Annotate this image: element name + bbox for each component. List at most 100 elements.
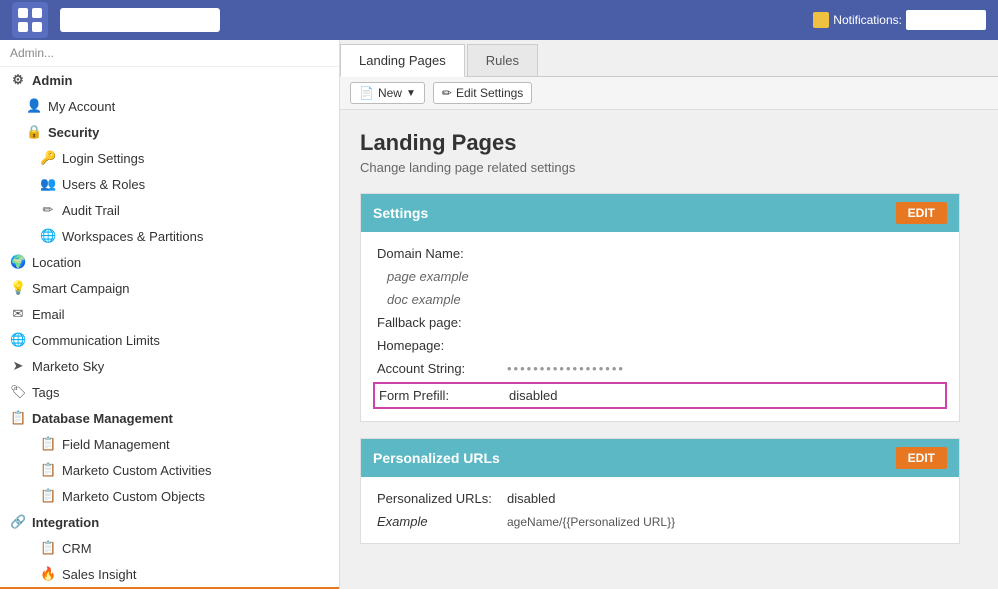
example-label: Example	[377, 514, 507, 529]
sidebar-item-admin[interactable]: ⚙ Admin	[0, 67, 339, 93]
sidebar-tags-label: Tags	[32, 385, 59, 400]
settings-card: Settings EDIT Domain Name: page example …	[360, 193, 960, 422]
sidebar-item-login-settings[interactable]: 🔑 Login Settings	[0, 145, 339, 171]
personalized-urls-header-title: Personalized URLs	[373, 450, 500, 466]
sidebar-item-marketo-custom-objects[interactable]: 📋 Marketo Custom Objects	[0, 483, 339, 509]
sidebar-database-mgmt-label: Database Management	[32, 411, 173, 426]
sidebar-sales-insight-label: Sales Insight	[62, 567, 136, 582]
page-subtitle: Change landing page related settings	[360, 160, 978, 175]
new-button[interactable]: 📄 New ▼	[350, 82, 425, 104]
sidebar-item-smart-campaign[interactable]: 💡 Smart Campaign	[0, 275, 339, 301]
page-content: Landing Pages Change landing page relate…	[340, 110, 998, 589]
edit-settings-button[interactable]: ✏ Edit Settings	[433, 82, 532, 104]
tab-landing-pages[interactable]: Landing Pages	[340, 44, 465, 77]
sidebar-custom-activities-label: Marketo Custom Activities	[62, 463, 212, 478]
account-string-row: Account String: ••••••••••••••••••	[377, 357, 943, 380]
sidebar-item-email[interactable]: ✉ Email	[0, 301, 339, 327]
sidebar-security-label: Security	[48, 125, 99, 140]
notifications-label: Notifications:	[833, 13, 902, 27]
my-account-icon: 👤	[26, 98, 42, 114]
personalized-urls-edit-button[interactable]: EDIT	[896, 447, 947, 469]
sidebar-integration-label: Integration	[32, 515, 99, 530]
sidebar-item-crm[interactable]: 📋 CRM	[0, 535, 339, 561]
notification-icon	[813, 12, 829, 28]
sidebar-smart-campaign-label: Smart Campaign	[32, 281, 130, 296]
settings-card-header: Settings EDIT	[361, 194, 959, 232]
notifications-input[interactable]	[906, 10, 986, 30]
email-icon: ✉	[10, 306, 26, 322]
doc-example-text: doc example	[387, 292, 461, 307]
settings-header-title: Settings	[373, 205, 428, 221]
account-string-label: Account String:	[377, 361, 507, 376]
sidebar-item-field-management[interactable]: 📋 Field Management	[0, 431, 339, 457]
sidebar-comm-limits-label: Communication Limits	[32, 333, 160, 348]
tab-rules[interactable]: Rules	[467, 44, 538, 76]
sidebar-item-marketo-sky[interactable]: ➤ Marketo Sky	[0, 353, 339, 379]
audit-trail-icon: ✏	[40, 202, 56, 218]
edit-settings-icon: ✏	[442, 86, 452, 100]
domain-name-row: Domain Name:	[377, 242, 943, 265]
login-settings-icon: 🔑	[40, 150, 56, 166]
sidebar-workspaces-label: Workspaces & Partitions	[62, 229, 203, 244]
sidebar-item-security[interactable]: 🔒 Security	[0, 119, 339, 145]
personalized-urls-card: Personalized URLs EDIT Personalized URLs…	[360, 438, 960, 544]
new-dropdown-icon: ▼	[406, 88, 416, 99]
sidebar-crm-label: CRM	[62, 541, 92, 556]
sidebar-field-mgmt-label: Field Management	[62, 437, 170, 452]
sidebar-item-sales-insight[interactable]: 🔥 Sales Insight	[0, 561, 339, 587]
integration-icon: 🔗	[10, 514, 26, 530]
tags-icon: 🏷	[10, 384, 26, 400]
sidebar-my-account-label: My Account	[48, 99, 115, 114]
toolbar: 📄 New ▼ ✏ Edit Settings	[340, 77, 998, 110]
account-string-value: ••••••••••••••••••	[507, 361, 625, 376]
edit-settings-label: Edit Settings	[456, 86, 523, 100]
marketo-sky-icon: ➤	[10, 358, 26, 374]
database-mgmt-icon: 📋	[10, 410, 26, 426]
admin-icon: ⚙	[10, 72, 26, 88]
main-layout: Admin... ⚙ Admin 👤 My Account 🔒 Security…	[0, 40, 998, 589]
sidebar-audit-trail-label: Audit Trail	[62, 203, 120, 218]
page-example-text: page example	[387, 269, 469, 284]
personalized-urls-label: Personalized URLs:	[377, 491, 507, 506]
personalized-urls-card-body: Personalized URLs: disabled Example ageN…	[361, 477, 959, 543]
sidebar-item-marketo-custom-activities[interactable]: 📋 Marketo Custom Activities	[0, 457, 339, 483]
fallback-page-label: Fallback page:	[377, 315, 462, 330]
users-roles-icon: 👥	[40, 176, 56, 192]
page-example-row: page example	[377, 265, 943, 288]
notifications-area: Notifications:	[813, 10, 986, 30]
form-prefill-value: disabled	[509, 388, 557, 403]
sidebar-item-tags[interactable]: 🏷 Tags	[0, 379, 339, 405]
custom-objects-icon: 📋	[40, 488, 56, 504]
sidebar-admin-text: Admin	[32, 73, 72, 88]
domain-name-label: Domain Name:	[377, 246, 464, 261]
field-mgmt-icon: 📋	[40, 436, 56, 452]
sidebar-login-settings-label: Login Settings	[62, 151, 144, 166]
doc-example-row: doc example	[377, 288, 943, 311]
sidebar-custom-objects-label: Marketo Custom Objects	[62, 489, 205, 504]
sidebar-item-communication-limits[interactable]: 🌐 Communication Limits	[0, 327, 339, 353]
sidebar-item-location[interactable]: 🌍 Location	[0, 249, 339, 275]
personalized-urls-value: disabled	[507, 491, 555, 506]
app-header: Notifications:	[0, 0, 998, 40]
homepage-label: Homepage:	[377, 338, 444, 353]
custom-activities-icon: 📋	[40, 462, 56, 478]
sidebar-item-users-roles[interactable]: 👥 Users & Roles	[0, 171, 339, 197]
form-prefill-container: Form Prefill: disabled Must be enabled	[377, 382, 943, 409]
sidebar-users-roles-label: Users & Roles	[62, 177, 145, 192]
content-area: Landing Pages Rules 📄 New ▼ ✏ Edit Setti…	[340, 40, 998, 589]
search-input[interactable]	[60, 8, 220, 32]
sidebar-item-database-management[interactable]: 📋 Database Management	[0, 405, 339, 431]
settings-edit-button[interactable]: EDIT	[896, 202, 947, 224]
sidebar-admin-label: Admin...	[0, 40, 339, 67]
example-row: Example ageName/{{Personalized URL}}	[377, 510, 943, 533]
personalized-urls-card-header: Personalized URLs EDIT	[361, 439, 959, 477]
sidebar-item-workspaces[interactable]: 🌐 Workspaces & Partitions	[0, 223, 339, 249]
new-button-label: New	[378, 86, 402, 100]
sidebar-item-my-account[interactable]: 👤 My Account	[0, 93, 339, 119]
sales-insight-icon: 🔥	[40, 566, 56, 582]
workspaces-icon: 🌐	[40, 228, 56, 244]
tabs-bar: Landing Pages Rules	[340, 40, 998, 77]
sidebar-item-audit-trail[interactable]: ✏ Audit Trail	[0, 197, 339, 223]
sidebar-marketo-sky-label: Marketo Sky	[32, 359, 104, 374]
sidebar-item-integration[interactable]: 🔗 Integration	[0, 509, 339, 535]
